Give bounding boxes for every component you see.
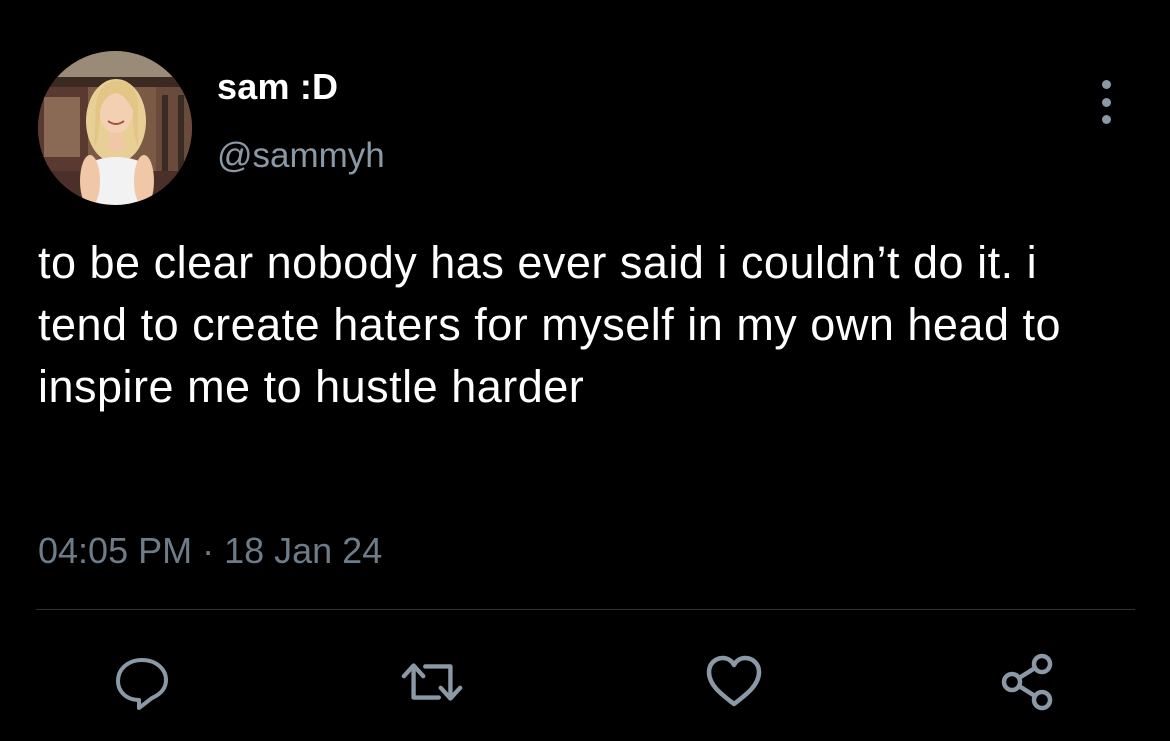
heart-icon bbox=[706, 655, 762, 707]
more-options-button[interactable] bbox=[1088, 80, 1124, 124]
share-icon bbox=[1001, 653, 1053, 711]
more-vertical-icon bbox=[1101, 80, 1111, 89]
share-button[interactable] bbox=[996, 650, 1060, 714]
like-button[interactable] bbox=[702, 650, 766, 714]
tweet-date: 18 Jan 24 bbox=[224, 530, 383, 571]
tweet-card: sam :D @sammyh to be clear nobody has ev… bbox=[0, 0, 1170, 741]
divider bbox=[36, 609, 1135, 610]
retweet-icon bbox=[401, 663, 463, 701]
tweet-time: 04:05 PM bbox=[38, 530, 193, 571]
reply-icon bbox=[116, 658, 168, 710]
user-handle[interactable]: @sammyh bbox=[217, 136, 385, 176]
more-vertical-icon-dot bbox=[1101, 115, 1111, 124]
retweet-button[interactable] bbox=[400, 650, 464, 714]
meta-separator: · bbox=[202, 530, 215, 571]
reply-button[interactable] bbox=[110, 650, 174, 714]
more-vertical-icon-dot bbox=[1101, 97, 1111, 107]
tweet-text: to be clear nobody has ever said i could… bbox=[38, 237, 1061, 412]
display-name[interactable]: sam :D bbox=[217, 66, 338, 108]
avatar[interactable] bbox=[38, 51, 192, 205]
tweet-timestamp: 04:05 PM · 18 Jan 24 bbox=[38, 530, 382, 572]
profile-photo-icon bbox=[38, 51, 192, 205]
